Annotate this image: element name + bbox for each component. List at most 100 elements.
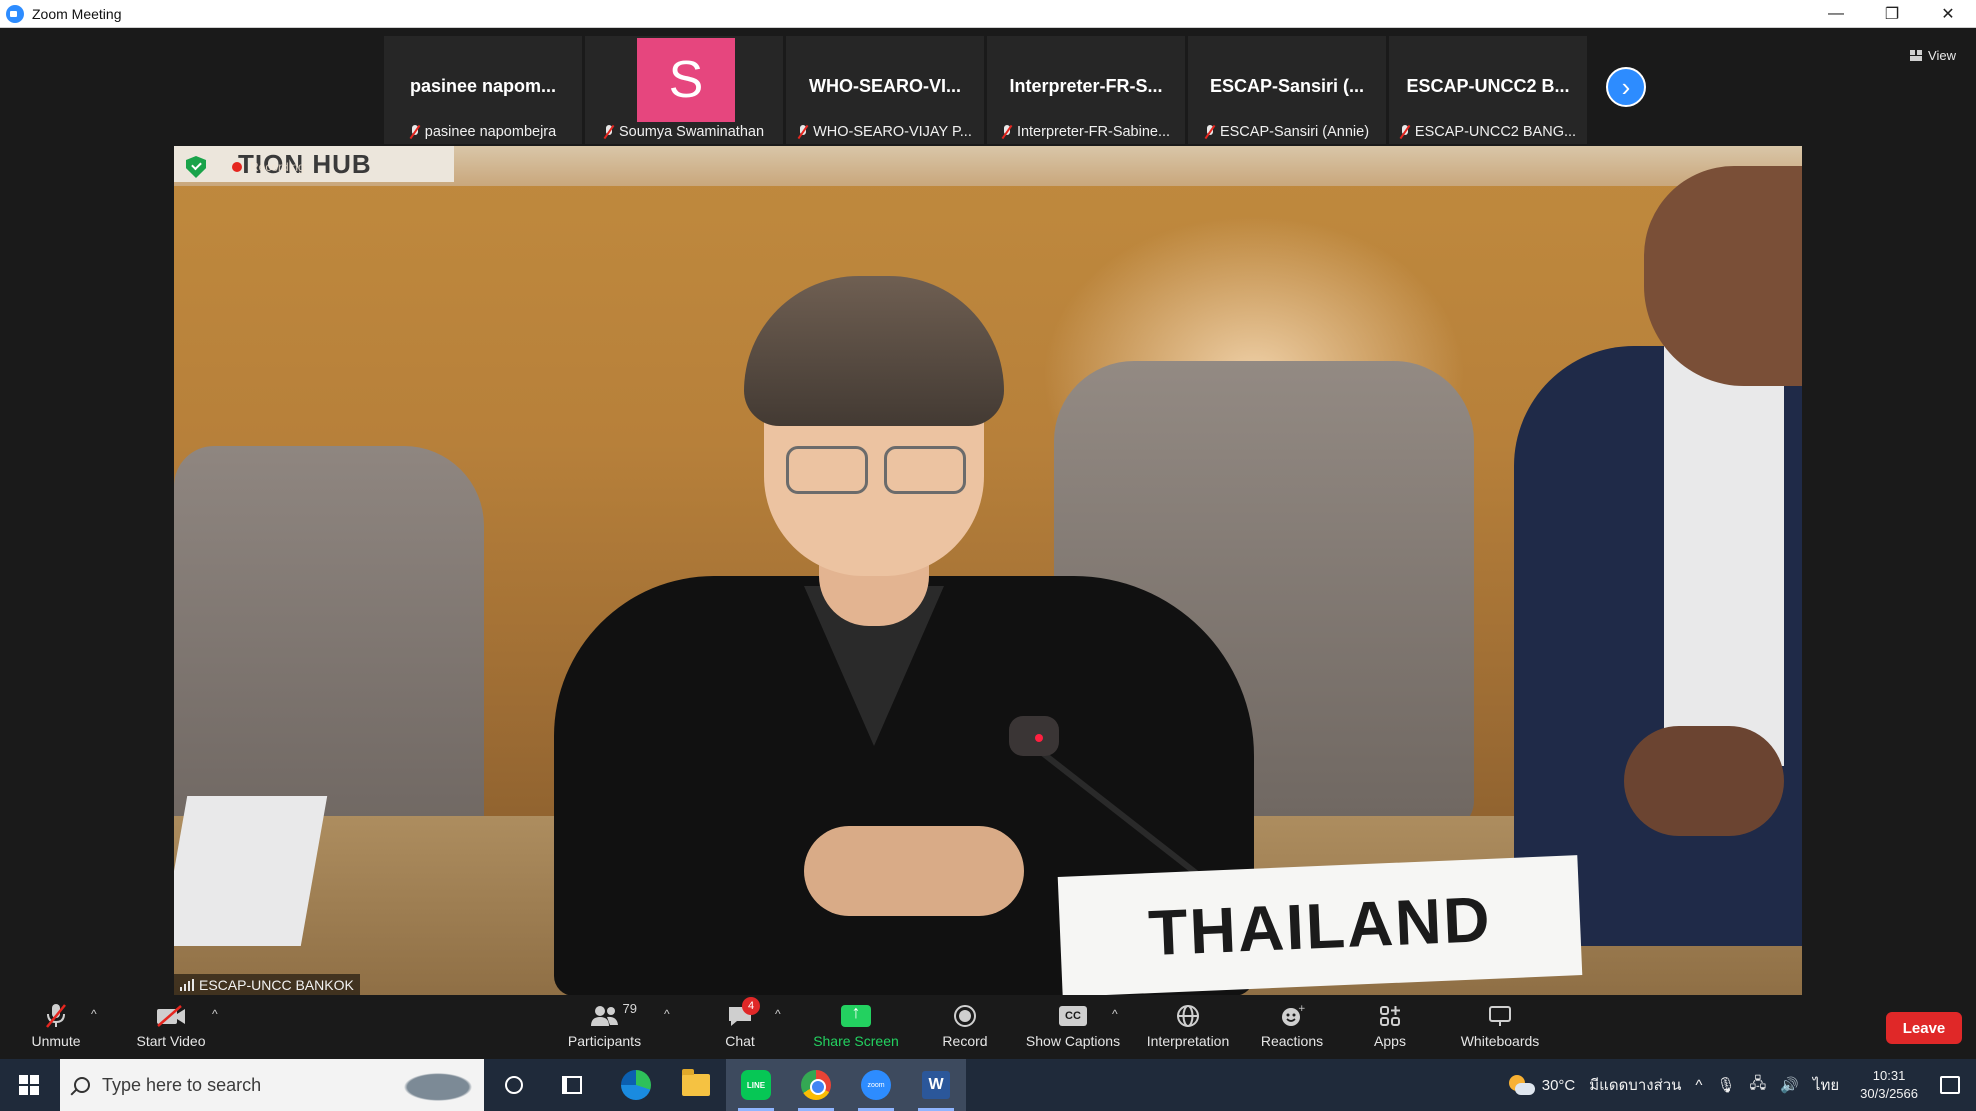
chat-button[interactable]: 4 Chat <box>712 997 768 1055</box>
smiley-icon: + <box>1272 1001 1312 1031</box>
participant-thumbnail-strip: pasinee napom... pasinee napombejra S So… <box>384 36 1587 144</box>
edge-app[interactable] <box>606 1059 666 1111</box>
input-language[interactable]: ไทย <box>1813 1073 1839 1097</box>
participants-count: 79 <box>622 1001 637 1016</box>
unmute-button[interactable]: Unmute <box>26 1001 86 1055</box>
weather-icon[interactable] <box>1507 1073 1535 1097</box>
participant-label: Soumya Swaminathan <box>585 122 783 142</box>
show-captions-button[interactable]: CC Show Captions <box>1024 1001 1122 1055</box>
whiteboard-icon <box>1480 1001 1520 1031</box>
chrome-icon <box>801 1070 831 1100</box>
window-titlebar: Zoom Meeting — ❐ ✕ <box>0 0 1976 28</box>
line-app[interactable]: LINE <box>726 1059 786 1111</box>
close-button[interactable]: ✕ <box>1920 0 1976 28</box>
participants-options-caret[interactable]: ^ <box>664 1007 670 1021</box>
participant-thumbnail[interactable]: ESCAP-Sansiri (... ESCAP-Sansiri (Annie) <box>1188 36 1386 144</box>
svg-text:+: + <box>1298 1004 1305 1014</box>
weather-temp[interactable]: 30°C <box>1542 1077 1576 1094</box>
signal-icon <box>180 979 194 991</box>
search-highlight-image <box>394 1067 474 1103</box>
audio-options-caret[interactable]: ^ <box>91 1007 97 1021</box>
task-view-button[interactable] <box>542 1059 602 1111</box>
zoom-app[interactable]: zoom <box>846 1059 906 1111</box>
participant-label: Interpreter-FR-Sabine... <box>987 122 1185 142</box>
participant-name: WHO-SEARO-VIJAY P... <box>813 124 972 140</box>
participant-name: ESCAP-UNCC2 BANG... <box>1414 124 1577 140</box>
participant-thumbnail[interactable]: S Soumya Swaminathan <box>585 36 783 144</box>
edge-icon <box>621 1070 651 1100</box>
view-button[interactable]: View <box>1910 44 1956 66</box>
participants-button[interactable]: 79 Participants <box>562 1001 647 1055</box>
microphone-icon[interactable]: 🎙 <box>1716 1076 1735 1094</box>
next-page-button[interactable]: › <box>1606 67 1646 107</box>
system-tray: 30°C มีแดดบางส่วน ^ 🎙 🖧 🔊 ไทย 10:31 30/3… <box>1507 1059 1976 1111</box>
reactions-label: Reactions <box>1260 1033 1324 1049</box>
clock-date: 30/3/2566 <box>1860 1086 1918 1101</box>
whiteboards-label: Whiteboards <box>1460 1033 1540 1049</box>
record-button[interactable]: Record <box>940 1001 990 1055</box>
video-microphone <box>1009 716 1059 756</box>
start-video-label: Start Video <box>136 1033 206 1049</box>
taskbar-clock[interactable]: 10:31 30/3/2566 <box>1860 1067 1918 1103</box>
recording-indicator[interactable]: Recording <box>186 156 305 178</box>
start-button[interactable] <box>0 1059 58 1111</box>
whiteboards-button[interactable]: Whiteboards <box>1456 1001 1544 1055</box>
captions-options-caret[interactable]: ^ <box>1112 1007 1118 1021</box>
window-title: Zoom Meeting <box>32 5 122 22</box>
video-person-right <box>1494 166 1802 946</box>
video-hand <box>1624 726 1784 836</box>
share-screen-button[interactable]: Share Screen <box>808 1001 904 1055</box>
participant-name: Interpreter-FR-Sabine... <box>1016 124 1171 140</box>
participant-label: pasinee napombejra <box>384 122 582 142</box>
view-button-label: View <box>1928 47 1956 63</box>
main-video[interactable]: TION HUB THAILAND Recording ESCAP-UNCC B… <box>174 146 1802 996</box>
windows-taskbar: Type here to search LINE zoom W 30°C มีแ… <box>0 1059 1976 1111</box>
reactions-button[interactable]: + Reactions <box>1256 1001 1328 1055</box>
grid-view-icon <box>1910 49 1923 61</box>
notification-icon[interactable] <box>1940 1076 1960 1094</box>
participant-thumbnail[interactable]: WHO-SEARO-VI... WHO-SEARO-VIJAY P... <box>786 36 984 144</box>
mic-muted-icon <box>798 125 808 139</box>
leave-button[interactable]: Leave <box>1886 1012 1962 1044</box>
word-app[interactable]: W <box>906 1059 966 1111</box>
interpretation-button[interactable]: Interpretation <box>1140 1001 1236 1055</box>
shield-icon[interactable] <box>186 156 206 178</box>
recording-label: Recording <box>250 160 305 174</box>
task-view-icon <box>562 1076 582 1094</box>
video-options-caret[interactable]: ^ <box>212 1007 218 1021</box>
taskbar-search[interactable]: Type here to search <box>60 1059 484 1111</box>
participants-label: Participants <box>567 1033 642 1049</box>
meeting-toolbar: Unmute ^ Start Video ^ 79 Participants ^… <box>0 995 1976 1059</box>
chat-label: Chat <box>725 1033 755 1049</box>
participant-thumbnail[interactable]: ESCAP-UNCC2 B... ESCAP-UNCC2 BANG... <box>1389 36 1587 144</box>
chrome-app[interactable] <box>786 1059 846 1111</box>
file-explorer-app[interactable] <box>666 1059 726 1111</box>
restore-button[interactable]: ❐ <box>1864 0 1920 28</box>
participant-name: ESCAP-Sansiri (Annie) <box>1219 124 1370 140</box>
participant-thumbnail[interactable]: pasinee napom... pasinee napombejra <box>384 36 582 144</box>
unmute-label: Unmute <box>31 1033 81 1049</box>
participant-avatar: S <box>637 38 735 122</box>
apps-button[interactable]: Apps <box>1366 1001 1414 1055</box>
volume-icon[interactable]: 🔊 <box>1780 1076 1799 1094</box>
network-icon[interactable]: 🖧 <box>1750 1073 1767 1098</box>
participant-thumbnail[interactable]: Interpreter-FR-S... Interpreter-FR-Sabin… <box>987 36 1185 144</box>
participants-icon: 79 <box>585 1001 637 1031</box>
video-laptop <box>174 796 328 946</box>
participant-big-name: ESCAP-UNCC2 B... <box>1406 76 1570 96</box>
cortana-button[interactable] <box>484 1059 544 1111</box>
minimize-button[interactable]: — <box>1808 0 1864 28</box>
start-video-button[interactable]: Start Video <box>130 1001 212 1055</box>
line-icon: LINE <box>741 1070 771 1100</box>
weather-description[interactable]: มีแดดบางส่วน <box>1589 1073 1681 1097</box>
captions-icon: CC <box>1053 1001 1093 1031</box>
video-speaker-hair <box>744 276 1004 426</box>
participant-big-name: WHO-SEARO-VI... <box>809 76 961 96</box>
chat-options-caret[interactable]: ^ <box>775 1007 781 1021</box>
tray-overflow-chevron-icon[interactable]: ^ <box>1695 1077 1702 1094</box>
country-nameplate: THAILAND <box>1057 855 1583 996</box>
video-shirt <box>1664 336 1784 766</box>
video-participant-name: ESCAP-UNCC BANKOK <box>199 977 354 993</box>
windows-logo-icon <box>19 1075 39 1095</box>
video-off-icon <box>151 1001 191 1031</box>
